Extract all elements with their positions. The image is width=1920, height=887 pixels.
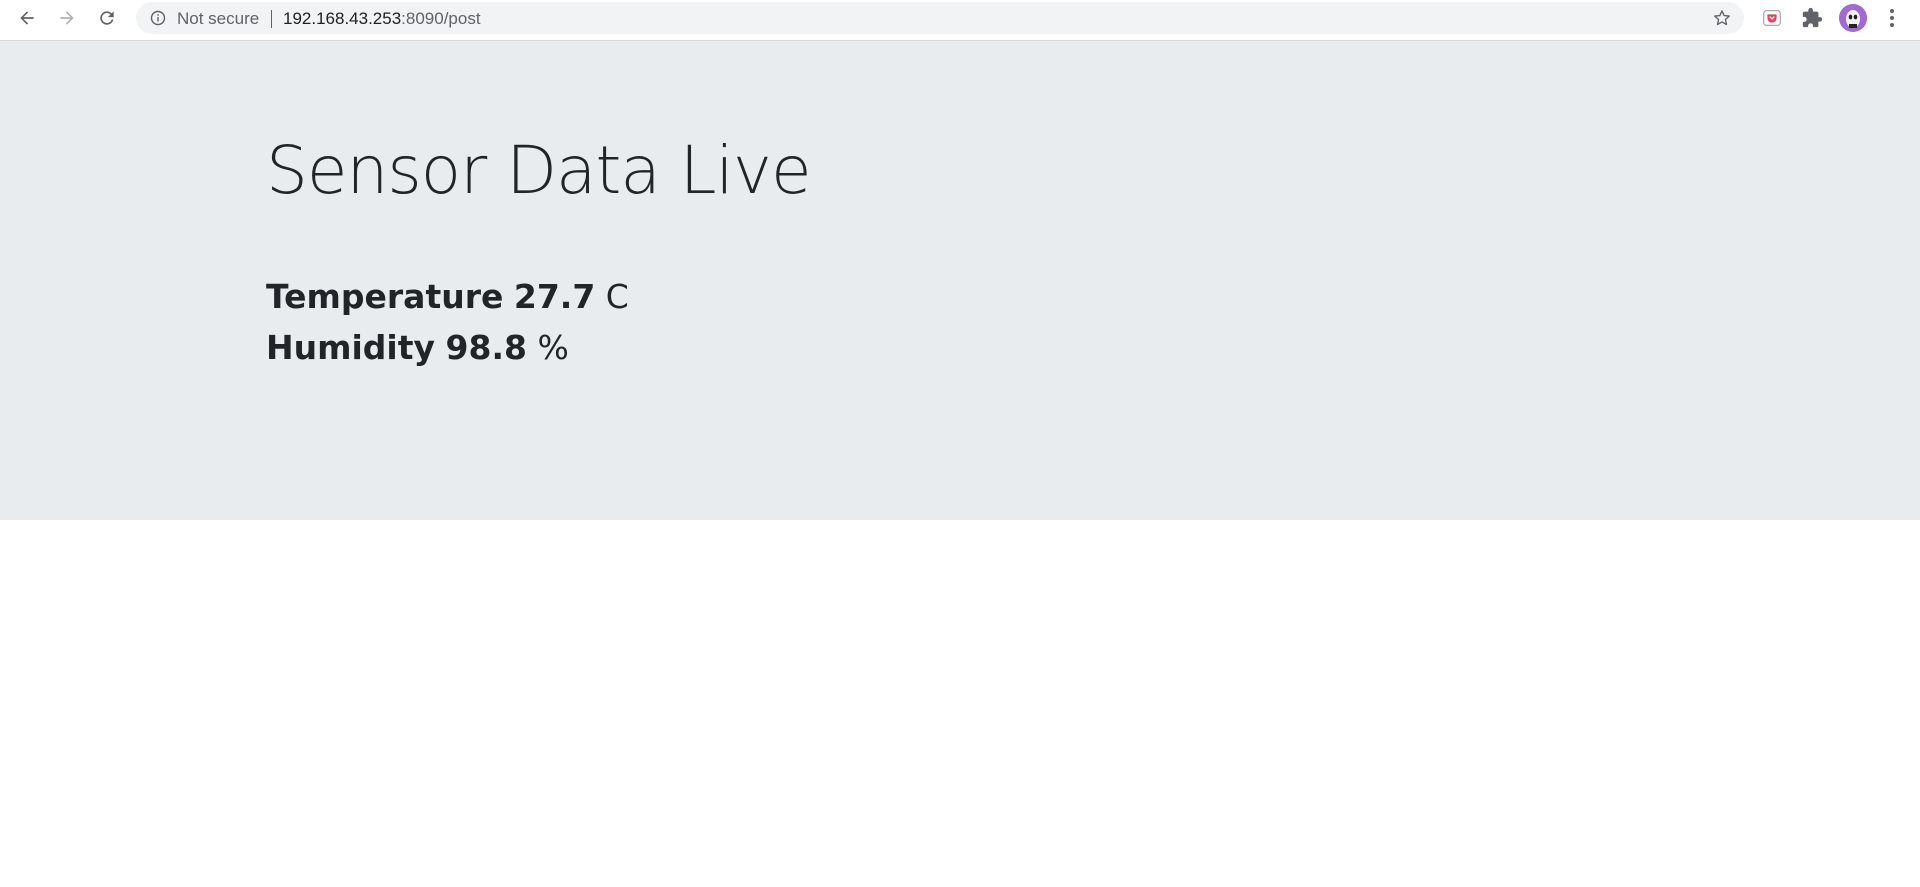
temperature-value: 27.7 bbox=[513, 277, 596, 316]
back-arrow-icon bbox=[20, 11, 34, 25]
humidity-label: Humidity bbox=[266, 328, 436, 367]
url-host: 192.168.43.253 bbox=[283, 9, 402, 28]
temperature-label: Temperature bbox=[266, 277, 504, 316]
temperature-reading: Temperature 27.7 C bbox=[266, 277, 629, 316]
browser-toolbar: Not secure 192.168.43.253:8090/post bbox=[0, 0, 1920, 41]
star-icon[interactable] bbox=[1712, 8, 1732, 28]
jumbotron: Sensor Data Live Temperature 27.7 C Humi… bbox=[0, 41, 1920, 520]
page-title: Sensor Data Live bbox=[266, 132, 812, 209]
forward-button[interactable] bbox=[53, 4, 81, 32]
reload-icon bbox=[100, 11, 114, 25]
back-button[interactable] bbox=[13, 4, 41, 32]
avatar-image-icon bbox=[1839, 4, 1867, 32]
security-label[interactable]: Not secure bbox=[177, 9, 259, 29]
url-text[interactable]: 192.168.43.253:8090/post bbox=[283, 9, 481, 29]
address-bar[interactable]: Not secure 192.168.43.253:8090/post bbox=[136, 2, 1744, 34]
reload-button[interactable] bbox=[93, 4, 121, 32]
humidity-value: 98.8 bbox=[445, 328, 527, 367]
url-path: :8090/post bbox=[401, 9, 481, 28]
pocket-extension-icon bbox=[1763, 10, 1781, 26]
forward-arrow-icon bbox=[60, 11, 74, 25]
humidity-reading: Humidity 98.8 % bbox=[266, 328, 569, 367]
info-icon[interactable] bbox=[150, 10, 166, 26]
extensions-button[interactable] bbox=[1800, 6, 1824, 30]
profile-avatar[interactable] bbox=[1839, 4, 1867, 32]
temperature-unit: C bbox=[605, 277, 629, 316]
humidity-unit: % bbox=[537, 328, 569, 367]
address-separator bbox=[271, 10, 272, 28]
puzzle-icon bbox=[1802, 7, 1823, 28]
extension-icon[interactable] bbox=[1760, 6, 1784, 30]
menu-dots-icon[interactable] bbox=[1882, 6, 1902, 30]
